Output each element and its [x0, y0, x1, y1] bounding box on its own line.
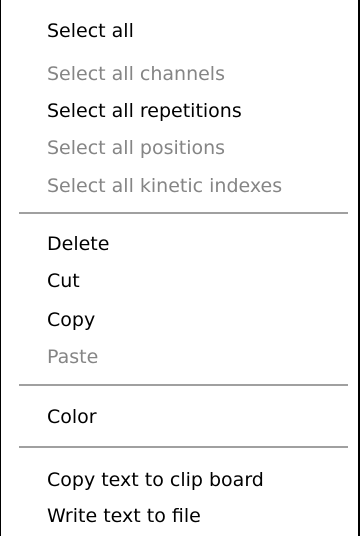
- context-menu: Select all Select all channels Select al…: [0, 0, 360, 536]
- menu-separator: [19, 384, 348, 386]
- menu-item-write-text-to-file[interactable]: Write text to file: [47, 501, 201, 531]
- menu-item-select-all-kinetic-indexes[interactable]: Select all kinetic indexes: [47, 171, 282, 201]
- menu-item-select-all[interactable]: Select all: [47, 16, 134, 46]
- menu-item-copy[interactable]: Copy: [47, 305, 95, 335]
- menu-item-select-all-channels[interactable]: Select all channels: [47, 59, 225, 89]
- menu-item-copy-text-to-clipboard[interactable]: Copy text to clip board: [47, 465, 264, 495]
- menu-item-select-all-positions[interactable]: Select all positions: [47, 133, 225, 163]
- menu-item-paste[interactable]: Paste: [47, 342, 98, 372]
- menu-item-delete[interactable]: Delete: [47, 229, 109, 259]
- menu-separator: [19, 212, 348, 214]
- menu-separator: [19, 446, 348, 448]
- menu-item-cut[interactable]: Cut: [47, 266, 80, 296]
- menu-item-color[interactable]: Color: [47, 402, 97, 432]
- menu-item-select-all-repetitions[interactable]: Select all repetitions: [47, 96, 242, 126]
